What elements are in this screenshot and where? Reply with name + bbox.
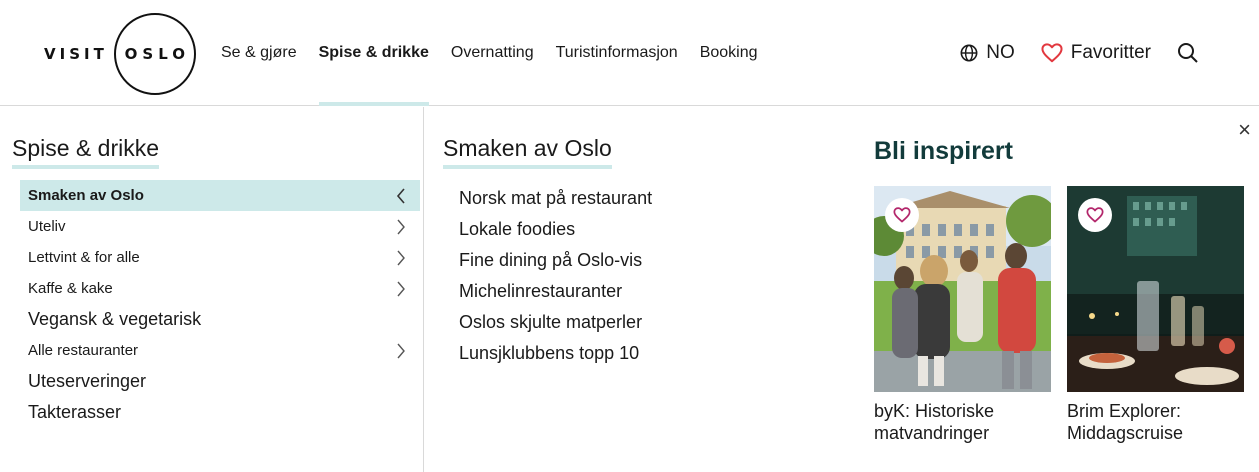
inspiration-card[interactable]: byK: Historiske matvandringer [874, 186, 1051, 444]
heart-icon [1086, 207, 1104, 223]
main-nav: Se & gjøre Spise & drikke Overnatting Tu… [221, 0, 780, 106]
menu-item-label: Takterasser [28, 402, 122, 422]
card-title-line: Middagscruise [1067, 423, 1184, 443]
search-icon [1178, 43, 1198, 63]
menu-item-label: Uteserveringer [28, 371, 147, 391]
globe-icon [960, 44, 978, 62]
subsection-title: Smaken av Oslo [443, 135, 612, 169]
nav-item-se-og-gjore[interactable]: Se & gjøre [221, 0, 297, 106]
link-norsk-mat[interactable]: Norsk mat på restaurant [459, 183, 652, 214]
nav-item-booking[interactable]: Booking [700, 0, 758, 106]
inspiration-panel: × Bli inspirert byK: Historiske matvandr… [874, 107, 1259, 472]
chevron-left-icon [396, 188, 405, 204]
logo-oslo-text: OSLO [124, 45, 190, 63]
language-selector[interactable]: NO [960, 42, 1015, 64]
inspiration-title: Bli inspirert [874, 137, 1013, 165]
favorite-button[interactable] [1078, 198, 1112, 232]
submenu-panel: Spise & drikke Smaken av Oslo Uteliv Let… [0, 107, 424, 472]
menu-item-label: Lettvint & for alle [28, 249, 140, 266]
heart-icon [1041, 43, 1063, 63]
link-fine-dining[interactable]: Fine dining på Oslo-vis [459, 245, 652, 276]
menu-item-vegansk[interactable]: Vegansk & vegetarisk [20, 304, 420, 335]
subsection-panel: Smaken av Oslo Norsk mat på restaurant L… [443, 107, 843, 472]
card-image [1067, 186, 1244, 392]
menu-item-lettvint[interactable]: Lettvint & for alle [20, 242, 420, 273]
link-skjulte-matperler[interactable]: Oslos skjulte matperler [459, 307, 652, 338]
card-title-line: Brim Explorer: [1067, 401, 1182, 421]
menu-item-label: Kaffe & kake [28, 280, 113, 297]
card-image [874, 186, 1051, 392]
menu-item-uteserveringer[interactable]: Uteserveringer [20, 366, 420, 397]
subsection-links: Norsk mat på restaurant Lokale foodies F… [459, 183, 652, 369]
logo-circle: OSLO [113, 13, 196, 95]
heart-icon [893, 207, 911, 223]
submenu-title: Spise & drikke [12, 135, 160, 169]
close-button[interactable]: × [1238, 117, 1251, 143]
menu-item-smaken-av-oslo[interactable]: Smaken av Oslo [20, 180, 420, 211]
card-title: Brim Explorer: Middagscruise [1067, 400, 1244, 444]
menu-item-label: Alle restauranter [28, 342, 139, 359]
chevron-right-icon [397, 343, 405, 359]
favorites-link[interactable]: Favoritter [1041, 42, 1151, 64]
header-tools: NO Favoritter [934, 0, 1199, 106]
nav-item-turistinformasjon[interactable]: Turistinformasjon [556, 0, 678, 106]
link-lunsjklubbens-topp-10[interactable]: Lunsjklubbens topp 10 [459, 338, 652, 369]
card-title: byK: Historiske matvandringer [874, 400, 1051, 444]
chevron-right-icon [397, 219, 405, 235]
favorites-label: Favoritter [1070, 42, 1151, 63]
link-michelinrestauranter[interactable]: Michelinrestauranter [459, 276, 652, 307]
chevron-right-icon [397, 250, 405, 266]
menu-item-kaffe-og-kake[interactable]: Kaffe & kake [20, 273, 420, 304]
nav-item-overnatting[interactable]: Overnatting [451, 0, 534, 106]
submenu-list: Smaken av Oslo Uteliv Lettvint & for all… [20, 180, 420, 428]
nav-item-spise-og-drikke[interactable]: Spise & drikke [318, 0, 430, 106]
menu-item-alle-restauranter[interactable]: Alle restauranter [20, 335, 420, 366]
menu-item-label: Smaken av Oslo [28, 187, 144, 204]
menu-item-label: Vegansk & vegetarisk [28, 309, 202, 329]
search-button[interactable] [1177, 42, 1199, 64]
logo-visit-text: VISIT [44, 45, 108, 63]
inspiration-card[interactable]: Brim Explorer: Middagscruise [1067, 186, 1244, 444]
menu-item-label: Uteliv [28, 218, 66, 235]
menu-item-uteliv[interactable]: Uteliv [20, 211, 420, 242]
language-label: NO [986, 42, 1015, 63]
site-header: VISIT OSLO Se & gjøre Spise & drikke Ove… [0, 0, 1259, 106]
favorite-button[interactable] [885, 198, 919, 232]
visit-oslo-logo[interactable]: VISIT OSLO [44, 13, 196, 95]
menu-item-takterasser[interactable]: Takterasser [20, 397, 420, 428]
card-title-line: matvandringer [874, 423, 990, 443]
card-title-line: byK: Historiske [874, 401, 995, 421]
link-lokale-foodies[interactable]: Lokale foodies [459, 214, 652, 245]
chevron-right-icon [397, 281, 405, 297]
